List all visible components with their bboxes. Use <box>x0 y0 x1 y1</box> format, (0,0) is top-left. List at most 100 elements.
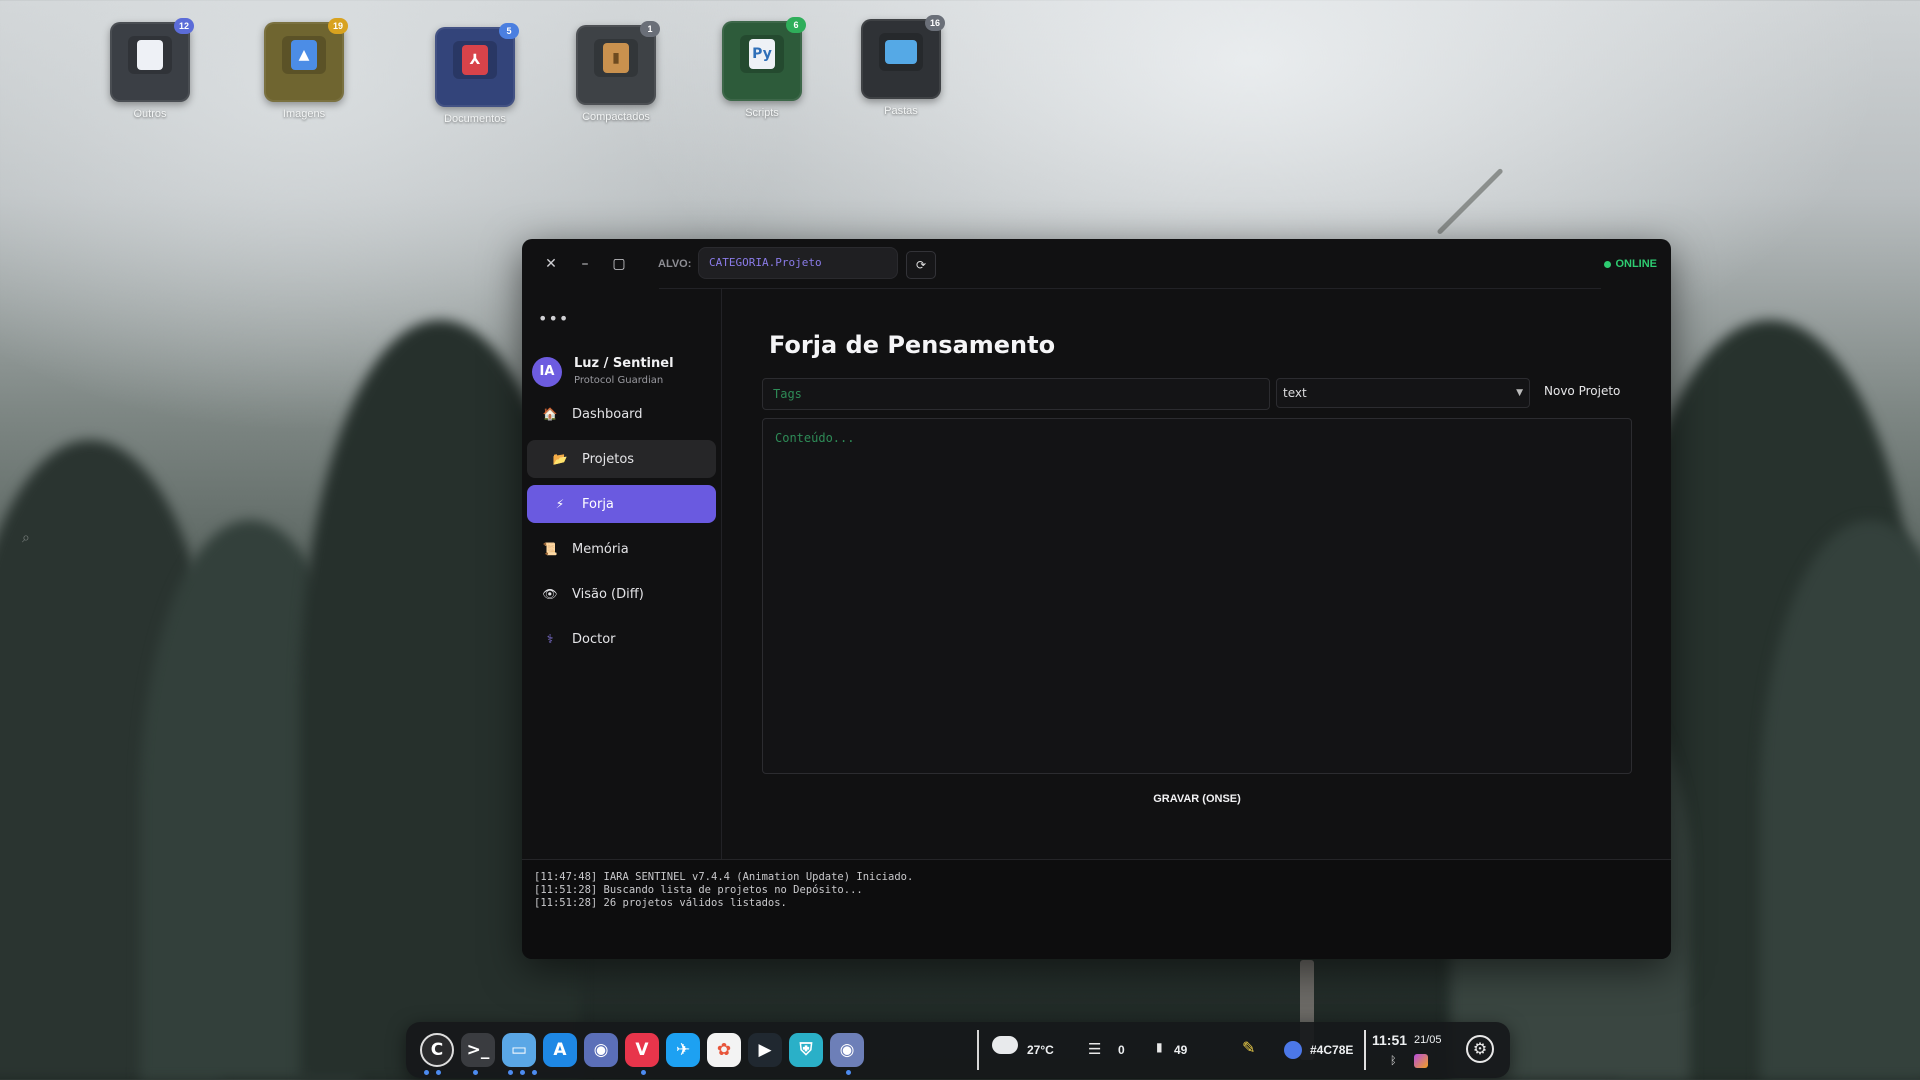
folder-icon: 12 <box>110 18 194 102</box>
sidebar: ••• IA Luz / Sentinel Protocol Guardian … <box>522 289 722 859</box>
alvo-input[interactable]: CATEGORIA.Projeto <box>698 247 898 279</box>
running-indicator <box>532 1070 537 1075</box>
iara-sentinel-window: ✕ – ▢ ALVO: CATEGORIA.Projeto ⟳ ONLINE •… <box>522 239 1671 959</box>
shield-icon[interactable]: ⛨ <box>789 1033 823 1067</box>
refresh-button[interactable]: ⟳ <box>906 251 936 279</box>
log-line: [11:51:28] 26 projetos válidos listados. <box>534 897 787 909</box>
search-icon[interactable]: ⌕ <box>22 530 30 546</box>
sidebar-item-label: Projetos <box>582 451 635 467</box>
settings-icon[interactable]: ⚙ <box>1466 1035 1494 1063</box>
notes-icon[interactable]: ✎ <box>1242 1038 1255 1057</box>
folder-icon: Py 6 <box>722 17 806 101</box>
python-file-icon: Py <box>749 39 775 69</box>
sidebar-item-label: Visão (Diff) <box>572 586 644 602</box>
photos-icon[interactable]: ✿ <box>707 1033 741 1067</box>
vivaldi-icon[interactable]: V <box>625 1033 659 1067</box>
dock-divider <box>1364 1030 1366 1070</box>
files-icon[interactable]: ▭ <box>502 1033 536 1067</box>
iara-icon[interactable]: ◉ <box>584 1033 618 1067</box>
running-indicator <box>846 1070 851 1075</box>
user-name: Luz / Sentinel <box>574 356 674 371</box>
lightning-icon: ⚡ <box>555 497 565 511</box>
desktop-icon-label: Documentos <box>444 113 506 125</box>
minimize-icon[interactable]: – <box>576 255 594 273</box>
sidebar-item-label: Memória <box>572 541 629 557</box>
more-icon[interactable]: ••• <box>538 309 569 328</box>
title-bar: ✕ – ▢ ALVO: CATEGORIA.Projeto ⟳ ONLINE <box>522 239 1671 289</box>
color-swatch-icon[interactable] <box>1284 1041 1302 1059</box>
folder-icon: ▮ 1 <box>576 21 660 105</box>
desktop-icon-scripts[interactable]: Py 6 Scripts <box>712 17 812 119</box>
running-indicator <box>424 1070 429 1075</box>
list-icon[interactable]: ☰ <box>1088 1040 1101 1058</box>
color-hex: #4C78E <box>1310 1043 1354 1057</box>
scroll-icon: 📜 <box>542 542 558 556</box>
desktop-icon-imagens[interactable]: ▲ 19 Imagens <box>254 18 354 120</box>
sidebar-item-label: Forja <box>582 496 614 512</box>
count-badge: 5 <box>499 23 519 39</box>
desktop-icon-compactados[interactable]: ▮ 1 Compactados <box>566 21 666 123</box>
count-badge: 19 <box>328 18 348 34</box>
log-console: [11:47:48] IARA SENTINEL v7.4.4 (Animati… <box>522 859 1671 959</box>
sidebar-item-dashboard[interactable]: 🏠 Dashboard <box>527 395 716 433</box>
temperature: 27°C <box>1027 1043 1054 1057</box>
novo-projeto-button[interactable]: Novo Projeto <box>1544 384 1620 398</box>
running-indicator <box>508 1070 513 1075</box>
swift-icon[interactable]: ✈ <box>666 1033 700 1067</box>
folder-icon: 16 <box>861 15 945 99</box>
desktop-icon-label: Scripts <box>745 107 779 119</box>
terminal-icon[interactable]: >_ <box>461 1033 495 1067</box>
chevron-down-icon: ▼ <box>1516 388 1523 398</box>
eye-icon: 👁 <box>542 587 558 601</box>
sidebar-item-projetos[interactable]: 📂 Projetos <box>527 440 716 478</box>
close-icon[interactable]: ✕ <box>542 255 560 273</box>
status-dot-icon <box>1604 260 1612 268</box>
count-badge: 1 <box>640 21 660 37</box>
folder-icon: ⅄ 5 <box>435 23 519 107</box>
running-indicator <box>473 1070 478 1075</box>
clock-date: 21/05 <box>1414 1034 1442 1046</box>
count-badge: 16 <box>925 15 945 31</box>
desktop-icon-outros[interactable]: 12 Outros <box>100 18 200 120</box>
pdf-file-icon: ⅄ <box>462 45 488 75</box>
main-panel: Forja de Pensamento Tags text ▼ Novo Pro… <box>722 289 1671 859</box>
count-badge: 12 <box>174 18 194 34</box>
status-text: ONLINE <box>1615 258 1657 270</box>
bluetooth-icon[interactable]: ᛒ <box>1390 1054 1397 1067</box>
media-player-icon[interactable]: ▶ <box>748 1033 782 1067</box>
maximize-icon[interactable]: ▢ <box>610 255 628 273</box>
type-select[interactable]: text ▼ <box>1276 378 1530 408</box>
archive-file-icon: ▮ <box>603 43 629 73</box>
desktop-icon-pastas[interactable]: 16 Pastas <box>851 15 951 117</box>
sidebar-item-doctor[interactable]: ⚕ Doctor <box>527 620 716 658</box>
dock: C >_ ▭ A ◉ V ✈ ✿ ▶ ⛨ ◉ 27°C ☰ 0 ▮ 49 ✎ #4C78E 11:5… <box>406 1022 1510 1078</box>
sidebar-item-label: Doctor <box>572 631 616 647</box>
folder-icon <box>885 40 917 64</box>
status-badge: ONLINE <box>1604 258 1657 270</box>
sidebar-item-memoria[interactable]: 📜 Memória <box>527 530 716 568</box>
clock-time: 11:51 <box>1372 1032 1408 1048</box>
app-indicator-icon[interactable] <box>1414 1054 1428 1068</box>
files-count: 49 <box>1174 1043 1188 1057</box>
alvo-label: ALVO: <box>658 258 692 270</box>
code-file-icon <box>137 40 163 70</box>
iara-sentinel-icon[interactable]: ◉ <box>830 1033 864 1067</box>
app-launcher-icon[interactable]: C <box>420 1033 454 1067</box>
sidebar-item-forja[interactable]: ⚡ Forja <box>527 485 716 523</box>
app-store-icon[interactable]: A <box>543 1033 577 1067</box>
tasks-count: 0 <box>1118 1043 1125 1057</box>
avatar: IA <box>532 357 562 387</box>
sidebar-item-visao-diff[interactable]: 👁 Visão (Diff) <box>527 575 716 613</box>
desktop-icon-label: Imagens <box>282 108 326 120</box>
type-select-value: text <box>1283 386 1307 400</box>
image-file-icon: ▲ <box>291 40 317 70</box>
count-badge: 6 <box>786 17 806 33</box>
save-button[interactable]: GRAVAR (ONSE) <box>1072 793 1322 805</box>
desktop-icon-label: Outros <box>133 108 167 120</box>
log-line: [11:47:48] IARA SENTINEL v7.4.4 (Animati… <box>534 871 914 883</box>
tags-input[interactable]: Tags <box>762 378 1270 410</box>
file-icon[interactable]: ▮ <box>1156 1040 1163 1054</box>
home-icon: 🏠 <box>542 407 558 421</box>
content-textarea[interactable]: Conteúdo... <box>762 418 1632 774</box>
desktop-icon-documentos[interactable]: ⅄ 5 Documentos <box>425 23 525 125</box>
